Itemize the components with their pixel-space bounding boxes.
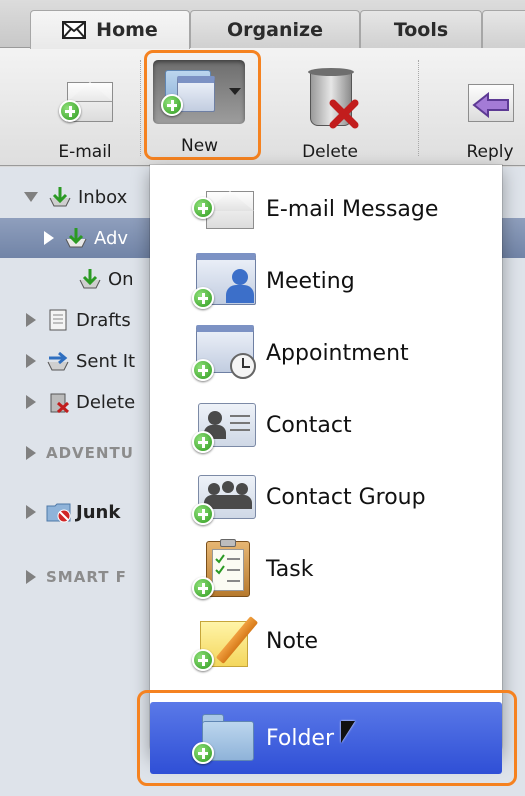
menu-item-contact-group[interactable]: Contact Group xyxy=(150,461,502,533)
sidebar-item-label: Inbox xyxy=(78,186,128,208)
menu-item-label: Contact Group xyxy=(266,484,426,510)
menu-item-label: E-mail Message xyxy=(266,196,439,222)
delete-button[interactable]: Delete xyxy=(280,56,380,164)
new-item-menu: E-mail Message Meeting Appointment Conta… xyxy=(150,165,502,774)
tab-tools-label: Tools xyxy=(393,18,449,41)
email-message-icon xyxy=(192,179,260,239)
new-button-highlight xyxy=(144,50,261,160)
email-button[interactable]: E-mail xyxy=(35,56,135,164)
menu-item-appointment[interactable]: Appointment xyxy=(150,317,502,389)
tab-home[interactable]: Home xyxy=(30,10,190,49)
reply-icon xyxy=(454,70,525,130)
ribbon-tab-bar: Home Organize Tools xyxy=(0,0,525,49)
tab-home-label: Home xyxy=(96,19,158,41)
tab-overflow[interactable] xyxy=(482,10,525,48)
mouse-cursor-icon xyxy=(341,721,355,743)
disclosure-triangle-icon[interactable] xyxy=(26,395,36,409)
folder-item-highlight xyxy=(137,690,517,786)
sidebar-item-label: On xyxy=(108,268,134,290)
disclosure-triangle-icon[interactable] xyxy=(26,446,36,460)
sidebar-item-label: Delete xyxy=(76,391,136,413)
new-email-icon xyxy=(49,70,121,130)
ribbon-divider xyxy=(418,60,419,156)
deleted-items-icon xyxy=(46,391,70,414)
menu-item-label: Contact xyxy=(266,412,352,438)
sidebar-item-label: Sent It xyxy=(76,350,136,372)
menu-item-label: Note xyxy=(266,628,319,654)
menu-item-meeting[interactable]: Meeting xyxy=(150,245,502,317)
sidebar-item-label: Adv xyxy=(94,227,129,249)
email-button-label: E-mail xyxy=(58,142,112,162)
disclosure-triangle-icon[interactable] xyxy=(26,313,36,327)
disclosure-triangle-icon[interactable] xyxy=(26,505,36,519)
sidebar-item-label: Drafts xyxy=(76,309,131,331)
meeting-icon xyxy=(192,251,260,311)
menu-item-email-message[interactable]: E-mail Message xyxy=(150,173,502,245)
inbox-icon xyxy=(48,186,72,208)
disclosure-triangle-icon[interactable] xyxy=(26,570,36,584)
note-icon xyxy=(192,611,260,671)
sidebar-item-label: Junk xyxy=(76,501,121,523)
disclosure-triangle-icon[interactable] xyxy=(44,231,54,245)
contact-icon xyxy=(192,395,260,455)
menu-item-contact[interactable]: Contact xyxy=(150,389,502,461)
junk-folder-icon xyxy=(46,501,71,523)
sidebar-section-label: ADVENTU xyxy=(46,444,134,462)
inbox-icon xyxy=(64,227,88,249)
disclosure-triangle-icon[interactable] xyxy=(26,354,36,368)
tab-organize[interactable]: Organize xyxy=(190,10,360,48)
menu-item-note[interactable]: Note xyxy=(150,605,502,677)
menu-item-label: Task xyxy=(266,556,314,582)
task-icon xyxy=(192,539,260,599)
tab-organize-label: Organize xyxy=(227,18,323,41)
reply-button[interactable]: Reply xyxy=(440,56,525,164)
sent-items-icon xyxy=(46,350,70,372)
menu-item-task[interactable]: Task xyxy=(150,533,502,605)
delete-button-label: Delete xyxy=(302,142,358,162)
envelope-icon xyxy=(62,21,87,39)
drafts-icon xyxy=(46,309,70,331)
sidebar-section-label: SMART F xyxy=(46,568,127,586)
contact-group-icon xyxy=(192,467,260,527)
ribbon-divider xyxy=(140,60,141,156)
ribbon-toolbar: E-mail Delete Reply xyxy=(0,48,525,166)
menu-item-label: Meeting xyxy=(266,268,355,294)
reply-button-label: Reply xyxy=(466,142,514,162)
disclosure-triangle-icon[interactable] xyxy=(24,192,38,202)
tab-tools[interactable]: Tools xyxy=(360,10,482,48)
appointment-icon xyxy=(192,323,260,383)
trash-icon xyxy=(294,68,366,130)
menu-item-label: Appointment xyxy=(266,340,409,366)
inbox-icon xyxy=(78,268,102,290)
